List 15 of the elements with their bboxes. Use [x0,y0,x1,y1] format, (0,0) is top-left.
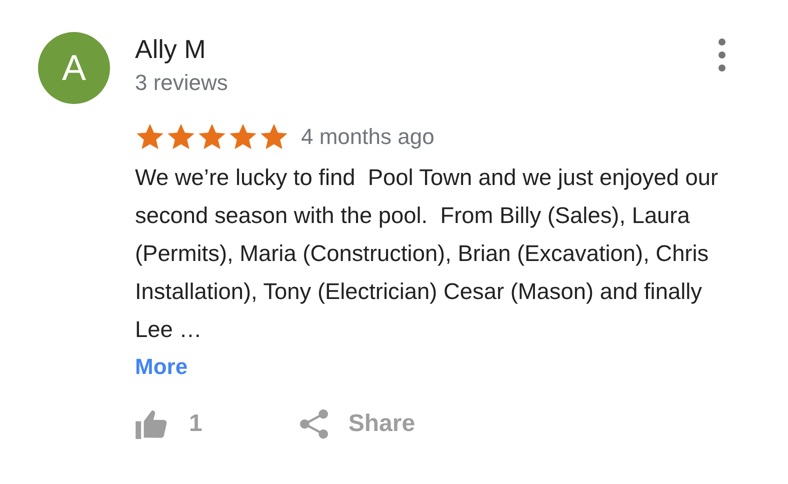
star-icon [197,122,227,152]
review-count: 3 reviews [135,70,228,96]
star-icon [135,122,165,152]
share-button[interactable]: Share [348,410,416,438]
star-icon [228,122,258,152]
avatar: A [38,32,110,104]
share-icon[interactable] [298,408,330,440]
reviewer-name[interactable]: Ally M [135,34,228,64]
review-time: 4 months ago [301,124,434,150]
star-icon [166,122,196,152]
like-count: 1 [189,410,202,438]
star-icon [259,122,289,152]
more-link[interactable]: More [135,352,188,382]
review-text: We we’re lucky to find Pool Town and we just enjoyed our second season with the pool. From Billy (Sales), Laura (Permits), Maria (Construction), Brian (Excavation), Chris Installation), Tony (Electrician) Cesar (Mason) and finally Lee … [135,163,720,344]
thumbs-up-icon[interactable] [135,409,169,439]
